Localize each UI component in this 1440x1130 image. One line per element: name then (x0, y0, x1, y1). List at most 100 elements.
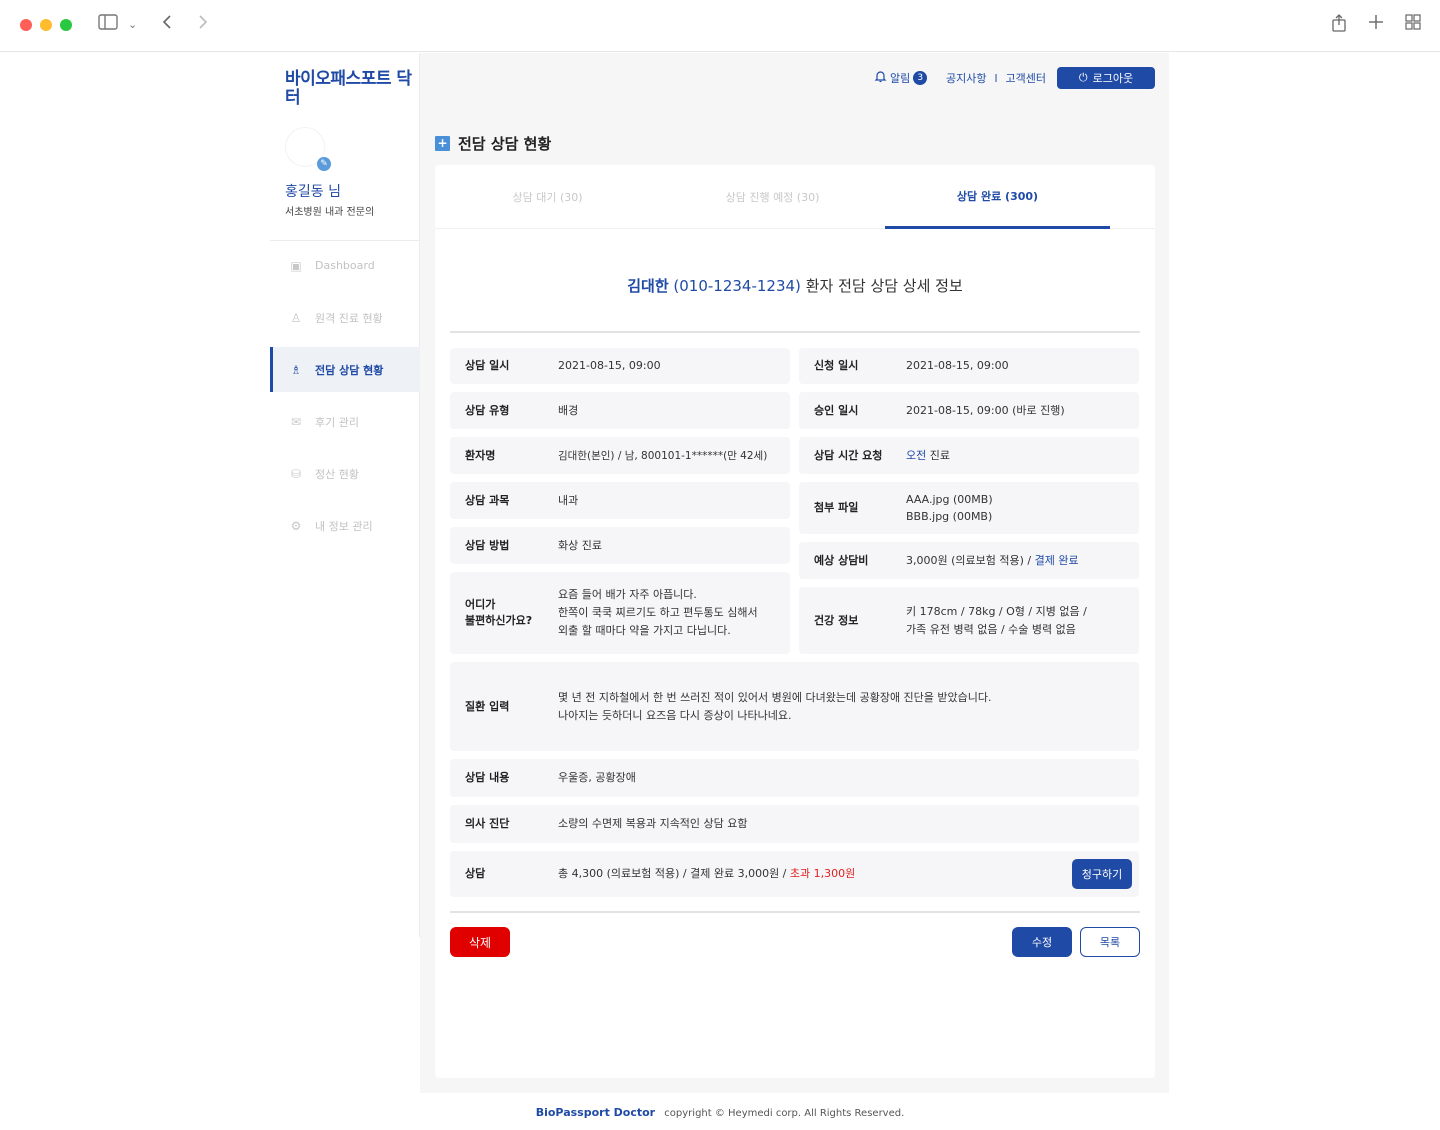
field-value: 소량의 수면제 복용과 지속적인 상담 요함 (558, 817, 748, 830)
field-label: 첨부 파일 (814, 501, 859, 514)
payment-status: 결제 완료 (1034, 553, 1079, 567)
field-label: 상담 일시 (465, 359, 510, 372)
footer-copyright: copyright © Heymedi corp. All Rights Res… (664, 1108, 905, 1119)
expected-fee-row: 예상 상담비 3,000원 (의료보험 적용) / 결제 완료 (799, 542, 1139, 579)
field-label: 의사 진단 (465, 817, 510, 830)
sidebar-item-settlement[interactable]: ⛁ 정산 현황 (270, 451, 420, 496)
settlement-icon: ⛁ (290, 466, 302, 481)
footer-brand: BioPassport Doctor (535, 1106, 656, 1119)
field-label: 상담 방법 (465, 538, 510, 552)
field-label: 상담 시간 요청 (814, 448, 883, 462)
browser-toolbar: ⌄ (0, 0, 1440, 52)
field-label: 신청 일시 (814, 359, 859, 372)
page-title-text: 전담 상담 현황 (458, 135, 552, 153)
consult-detail-card: 상담 대기 (30) 상담 진행 예정 (30) 상담 완료 (300) 김대한… (435, 165, 1155, 1078)
sidebar-item-label: 후기 관리 (315, 415, 359, 429)
chevron-down-icon[interactable]: ⌄ (128, 14, 137, 36)
symptom-row: 어디가 불편하신가요? 요즘 들어 배가 자주 아픕니다. 한쪽이 쿡쿡 찌르기… (450, 572, 790, 654)
status-tabs: 상담 대기 (30) 상담 진행 예정 (30) 상담 완료 (300) (435, 165, 1155, 229)
detail-heading-suffix: 환자 전담 상담 상세 정보 (805, 277, 963, 295)
link-separator: l (994, 71, 998, 85)
logout-label: 로그아웃 (1092, 72, 1134, 85)
share-icon[interactable] (1331, 14, 1347, 38)
field-label: 어디가 불편하신가요? (465, 598, 533, 627)
user-role: 서초병원 내과 전문의 (285, 207, 375, 218)
field-label: 질환 입력 (465, 699, 510, 713)
tab-scheduled[interactable]: 상담 진행 예정 (30) (660, 165, 885, 229)
tab-waiting[interactable]: 상담 대기 (30) (435, 165, 660, 229)
consult-datetime-row: 상담 일시 2021-08-15, 09:00 (450, 348, 790, 384)
sidebar: 바이오패스포트 닥터 ✎ 홍길동 님 서초병원 내과 전문의 ▣ Dashboa… (270, 53, 420, 937)
billing-row: 상담 총 4,300 (의료보험 적용) / 결제 완료 3,000원 / 초과… (450, 851, 1139, 897)
sidebar-item-dashboard[interactable]: ▣ Dashboard (270, 243, 420, 288)
field-label: 예상 상담비 (814, 553, 869, 567)
field-value: 3,000원 (의료보험 적용) / 결제 완료 (906, 553, 1079, 567)
topbar-links: 공지사항 l 고객센터 (946, 67, 1046, 89)
field-value: 2021-08-15, 09:00 (바로 진행) (906, 403, 1065, 417)
field-value: AAA.jpg (00MB) BBB.jpg (00MB) (906, 491, 1129, 525)
disease-row: 질환 입력 몇 년 전 지하철에서 한 번 쓰러진 적이 있어서 병원에 다녀왔… (450, 662, 1139, 751)
logout-button[interactable]: ⏻ 로그아웃 (1057, 67, 1155, 89)
consult-icon: ♗ (290, 362, 302, 377)
edit-icon[interactable]: ✎ (317, 157, 331, 171)
remote-care-icon: ♙ (290, 310, 302, 325)
support-link[interactable]: 고객센터 (1006, 70, 1046, 86)
diagnosis-row: 의사 진단 소량의 수면제 복용과 지속적인 상담 요함 (450, 805, 1139, 843)
tab-completed[interactable]: 상담 완료 (300) (885, 165, 1110, 229)
maximize-window-button[interactable] (60, 19, 72, 31)
approve-datetime-row: 승인 일시 2021-08-15, 09:00 (바로 진행) (799, 392, 1139, 429)
tab-overview-icon[interactable] (1405, 14, 1421, 36)
field-value: 화상 진료 (558, 538, 602, 552)
close-window-button[interactable] (20, 19, 32, 31)
edit-button[interactable]: 수정 (1012, 927, 1072, 957)
field-label: 상담 유형 (465, 403, 510, 417)
new-tab-icon[interactable] (1368, 14, 1384, 36)
plus-square-icon: + (435, 136, 450, 151)
patient-name: 김대한 (627, 277, 669, 295)
excess-amount: 초과 1,300원 (789, 867, 856, 880)
alarm-label: 알림 (890, 72, 911, 85)
back-icon[interactable] (161, 14, 173, 36)
bell-icon (874, 70, 887, 86)
attachment-file[interactable]: BBB.jpg (00MB) (906, 508, 1129, 525)
forward-icon[interactable] (197, 14, 209, 36)
sidebar-item-my-info[interactable]: ⚙ 내 정보 관리 (270, 503, 420, 548)
field-value: 김대한(본인) / 남, 800101-1******(만 42세) (558, 449, 768, 462)
field-value: 우울증, 공황장애 (558, 771, 636, 784)
sidebar-menu: ▣ Dashboard ♙ 원격 진료 현황 ♗ 전담 상담 현황 ✉ 후기 관… (270, 243, 420, 555)
notice-link[interactable]: 공지사항 (946, 70, 986, 86)
sidebar-item-consult[interactable]: ♗ 전담 상담 현황 (270, 347, 420, 392)
footer: BioPassport Doctor copyright © Heymedi c… (0, 1106, 1440, 1119)
detail-heading: 김대한 (010-1234-1234) 환자 전담 상담 상세 정보 (435, 275, 1155, 296)
field-value: 요즘 들어 배가 자주 아픕니다. 한쪽이 쿡쿡 찌르기도 하고 편두통도 심해… (558, 588, 758, 637)
field-value: 2021-08-15, 09:00 (558, 359, 661, 372)
field-label: 승인 일시 (814, 403, 859, 417)
gear-icon: ⚙ (290, 518, 302, 533)
sidebar-item-label: 원격 진료 현황 (315, 311, 383, 325)
list-button[interactable]: 목록 (1080, 927, 1140, 957)
power-icon: ⏻ (1078, 71, 1088, 84)
field-value: 키 178cm / 78kg / O형 / 지병 없음 / 가족 유전 병력 없… (906, 604, 1087, 636)
sidebar-item-label: Dashboard (315, 259, 375, 272)
consult-type-row: 상담 유형 배경 (450, 392, 790, 429)
bill-button[interactable]: 청구하기 (1072, 859, 1132, 889)
sidebar-item-remote-care[interactable]: ♙ 원격 진료 현황 (270, 295, 420, 340)
field-label: 환자명 (465, 448, 496, 462)
field-value: 총 4,300 (의료보험 적용) / 결제 완료 3,000원 / 초과 1,… (558, 867, 856, 880)
apply-datetime-row: 신청 일시 2021-08-15, 09:00 (799, 348, 1139, 384)
sidebar-toggle-icon[interactable] (98, 14, 118, 36)
sidebar-item-review[interactable]: ✉ 후기 관리 (270, 399, 420, 444)
sidebar-divider (270, 240, 420, 241)
attachment-file[interactable]: AAA.jpg (00MB) (906, 491, 1129, 508)
minimize-window-button[interactable] (40, 19, 52, 31)
field-label: 건강 정보 (814, 613, 859, 627)
delete-button[interactable]: 삭제 (450, 927, 510, 957)
app-logo[interactable]: 바이오패스포트 닥터 (285, 70, 415, 108)
method-row: 상담 방법 화상 진료 (450, 527, 790, 564)
field-value: 배경 (558, 403, 579, 417)
divider (450, 331, 1140, 333)
alarm-link[interactable]: 알림 3 (874, 67, 928, 89)
attachments-row: 첨부 파일 AAA.jpg (00MB) BBB.jpg (00MB) (799, 482, 1139, 534)
patient-phone: (010-1234-1234) (673, 277, 801, 295)
field-label: 상담 과목 (465, 493, 510, 507)
